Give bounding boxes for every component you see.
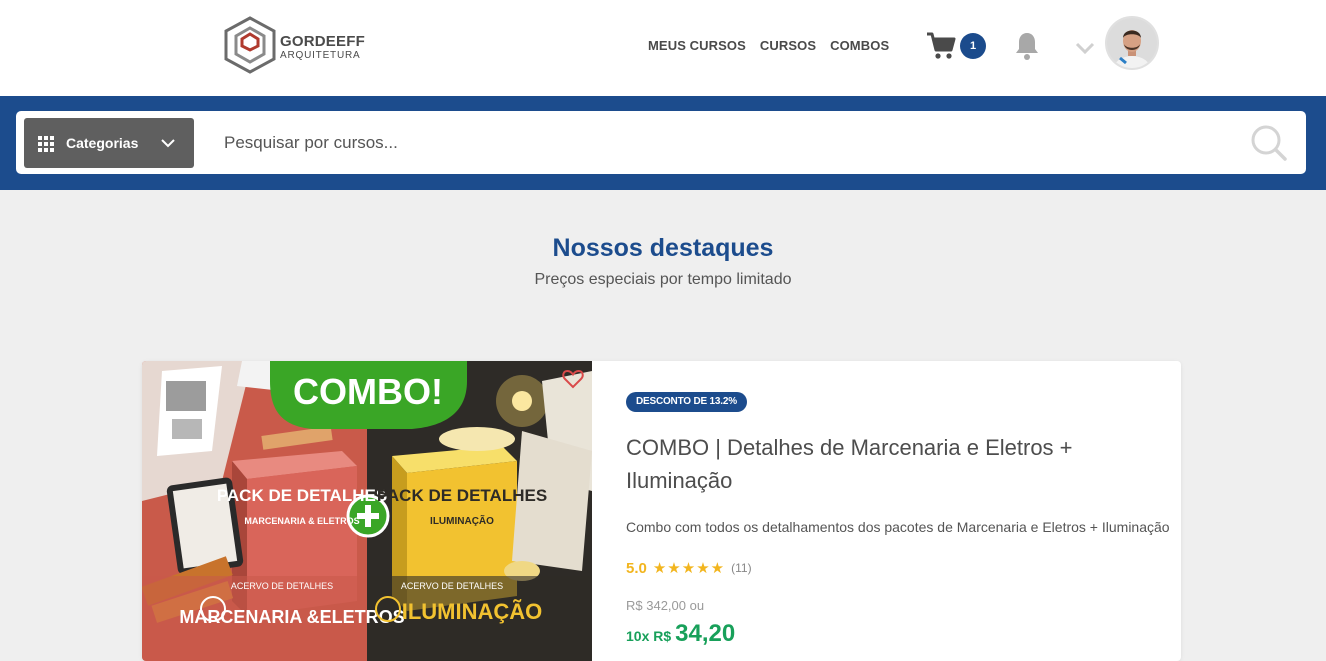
installment-value: 34,20 [675,620,736,647]
categories-label: Categorias [66,135,139,151]
right-footer-big: ILUMINAÇÃO [402,599,543,624]
left-box-title: PACK DE DETALHES [217,486,387,505]
user-avatar-image [1107,18,1157,68]
product-description: Combo com todos os detalhamentos dos pac… [626,519,1170,535]
search-icon[interactable] [1250,124,1288,162]
old-price: R$ 342,00 ou [626,598,705,613]
discount-badge: DESCONTO DE 13.2% [626,392,747,412]
product-title[interactable]: COMBO | Detalhes de Marcenaria e Eletros… [626,431,1146,497]
brand-subtitle: ARQUITETURA [280,50,361,61]
product-image[interactable]: COMBO! PACK DE DETALHES MARCENARIA & ELE… [142,361,592,661]
right-box-subtitle: ILUMINAÇÃO [430,514,494,527]
brand-name: GORDEEFF [280,33,365,50]
chevron-down-icon[interactable] [1075,41,1095,55]
chevron-down-icon [161,139,175,148]
main-nav: MEUS CURSOS CURSOS COMBOS [648,38,889,53]
brand-logo-icon [224,16,276,74]
installment-price: 10x R$ 34,20 [626,620,735,648]
left-box-subtitle: MARCENARIA & ELETROS [244,516,359,526]
rating-stars-icon: ★★★★★ [652,560,726,577]
rating-value: 5.0 [626,559,647,577]
categories-dropdown[interactable]: Categorias [24,118,194,168]
section-subtitle: Preços especiais por tempo limitado [534,271,792,288]
nav-combos[interactable]: COMBOS [830,38,889,53]
left-footer-big: MARCENARIA &ELETROS [179,607,404,627]
cart-count-badge: 1 [960,33,986,59]
search-input[interactable] [212,118,1256,168]
section-title: Nossos destaques [552,234,774,262]
right-footer-small: ACERVO DE DETALHES [401,581,503,591]
cart-icon[interactable] [925,30,957,62]
product-rating: 5.0 ★★★★★ (11) [626,559,752,578]
installment-prefix: 10x R$ [626,628,672,644]
nav-cursos[interactable]: CURSOS [760,38,816,53]
nav-meus-cursos[interactable]: MEUS CURSOS [648,38,746,53]
product-image-art: COMBO! PACK DE DETALHES MARCENARIA & ELE… [142,361,592,661]
user-avatar[interactable] [1107,18,1157,68]
notification-bell-icon[interactable] [1013,31,1041,61]
left-footer-small: ACERVO DE DETALHES [231,581,333,591]
product-card[interactable]: COMBO! PACK DE DETALHES MARCENARIA & ELE… [142,361,1181,661]
combo-banner-text: COMBO! [293,371,443,412]
grid-icon [38,136,54,152]
brand-logo[interactable]: GORDEEFF ARQUITETURA [222,16,365,74]
favorite-heart-icon[interactable] [562,369,584,389]
right-box-title: PACK DE DETALHES [377,486,547,505]
rating-count: (11) [731,561,752,575]
top-header: GORDEEFF ARQUITETURA MEUS CURSOS CURSOS … [0,0,1326,96]
